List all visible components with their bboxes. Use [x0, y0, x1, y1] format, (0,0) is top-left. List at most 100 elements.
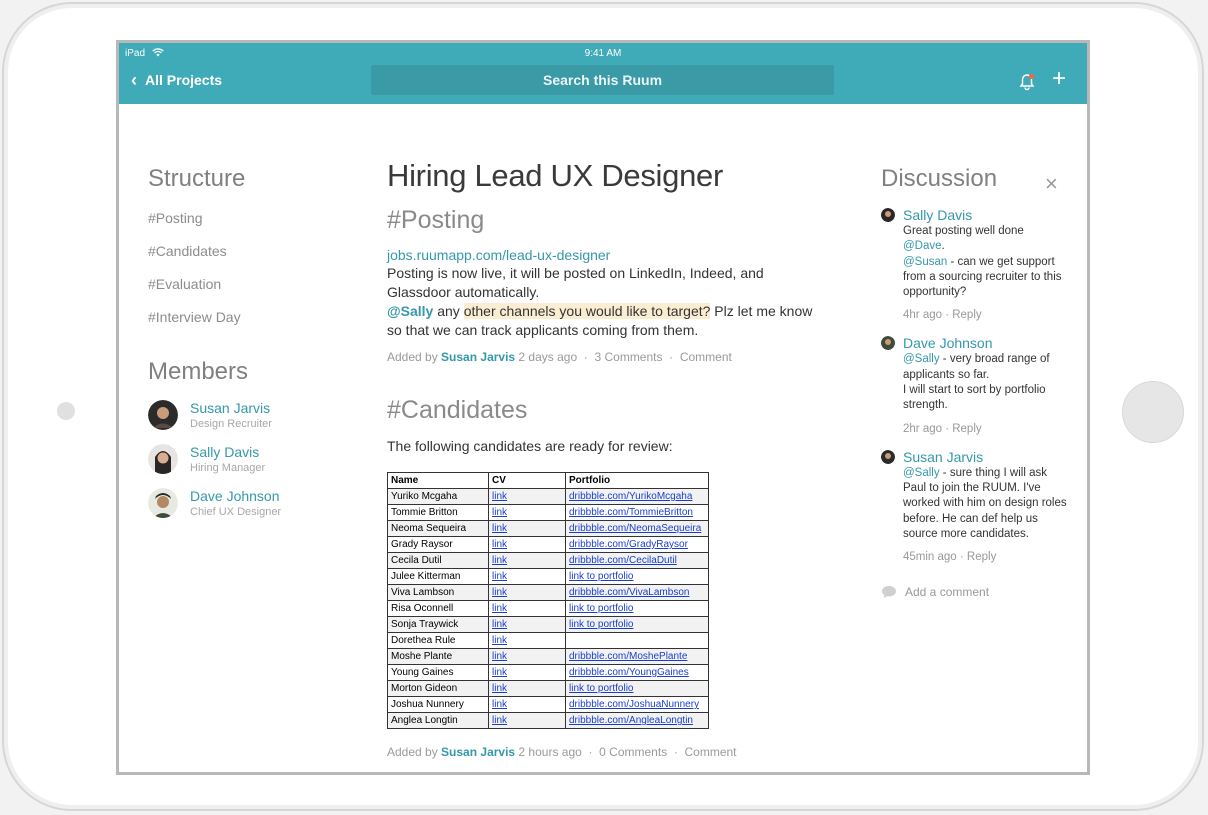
- candidate-name: Moshe Plante: [387, 648, 489, 665]
- comment-text: @Sally - sure thing I will ask Paul to j…: [903, 466, 1071, 542]
- meta-author[interactable]: Susan Jarvis: [441, 745, 515, 759]
- cv-link[interactable]: link: [492, 491, 507, 502]
- mention[interactable]: @Sally: [903, 353, 940, 365]
- cv-link[interactable]: link: [492, 571, 507, 582]
- portfolio-cell: dribbble.com/YoungGaines: [565, 664, 709, 681]
- mention[interactable]: @Sally: [903, 467, 940, 479]
- portfolio-link[interactable]: link to portfolio: [569, 571, 633, 582]
- avatar: [881, 208, 895, 222]
- discussion-panel: Discussion Sally Davis Great posting well…: [881, 165, 1071, 599]
- discussion-heading: Discussion: [881, 165, 998, 192]
- candidate-name: Young Gaines: [387, 664, 489, 681]
- structure-item-interview-day[interactable]: #Interview Day: [148, 309, 348, 325]
- table-row: Anglea Longtin link dribbble.com/AngleaLon…: [387, 712, 709, 729]
- comment-author[interactable]: Sally Davis: [903, 207, 972, 223]
- structure-item-candidates[interactable]: #Candidates: [148, 243, 348, 259]
- app-screen: iPad 9:41 AM 42% ‹ All Projects Search t…: [116, 40, 1090, 775]
- add-comment-label: Add a comment: [905, 585, 990, 600]
- main-content: Hiring Lead UX Designer #Posting jobs.ru…: [387, 158, 827, 759]
- search-input[interactable]: Search this Ruum: [371, 65, 834, 95]
- structure-heading: Structure: [148, 165, 246, 192]
- comment-author[interactable]: Susan Jarvis: [903, 449, 983, 465]
- table-row: Neoma Sequeira link dribbble.com/NeomaSequ…: [387, 520, 709, 537]
- back-button[interactable]: ‹ All Projects: [131, 71, 222, 89]
- status-time: 9:41 AM: [584, 48, 622, 59]
- portfolio-link[interactable]: dribbble.com/JoshuaNunnery: [569, 699, 699, 710]
- highlighted-text[interactable]: other channels you would like to target?: [463, 303, 711, 319]
- portfolio-link[interactable]: dribbble.com/YurikoMcgaha: [569, 491, 692, 502]
- table-row: Risa Oconnell link link to portfolio: [387, 600, 709, 617]
- candidate-name: Sonja Traywick: [387, 616, 489, 633]
- cv-link[interactable]: link: [492, 651, 507, 662]
- structure-item-evaluation[interactable]: #Evaluation: [148, 276, 348, 292]
- posting-body: Posting is now live, it will be posted o…: [387, 264, 827, 340]
- comment: Dave Johnson @Sally - very broad range of…: [881, 335, 1071, 435]
- comment-line: I will start to sort by portfolio streng…: [903, 384, 1046, 412]
- comment-meta[interactable]: 45min ago · Reply: [903, 551, 1071, 563]
- cv-link[interactable]: link: [492, 683, 507, 694]
- portfolio-link[interactable]: dribbble.com/VivaLambson: [569, 587, 689, 598]
- mention[interactable]: @Susan: [903, 256, 947, 268]
- comment-meta[interactable]: 2hr ago · Reply: [903, 423, 1071, 435]
- add-comment-button[interactable]: Add a comment: [881, 585, 1071, 599]
- portfolio-cell: dribbble.com/MoshePlante: [565, 648, 709, 665]
- cv-link[interactable]: link: [492, 555, 507, 566]
- cv-cell: link: [488, 488, 566, 505]
- meta-suffix[interactable]: 2 hours ago · 0 Comments · Comment: [515, 745, 736, 759]
- posting-link[interactable]: jobs.ruumapp.com/lead-ux-designer: [387, 247, 827, 263]
- cv-link[interactable]: link: [492, 619, 507, 630]
- cv-link[interactable]: link: [492, 667, 507, 678]
- portfolio-link[interactable]: dribbble.com/TommieBritton: [569, 507, 693, 518]
- member-role: Hiring Manager: [190, 462, 266, 474]
- member-item[interactable]: Susan Jarvis Design Recruiter: [148, 400, 348, 430]
- table-row: Moshe Plante link dribbble.com/MoshePlante: [387, 648, 709, 665]
- comment: Sally Davis Great posting well done @Dave.…: [881, 207, 1071, 321]
- top-bar: iPad 9:41 AM 42% ‹ All Projects Search t…: [119, 43, 1087, 176]
- comment-author[interactable]: Dave Johnson: [903, 335, 993, 351]
- mention-sally[interactable]: @Sally: [387, 303, 433, 319]
- cv-link[interactable]: link: [492, 523, 507, 534]
- portfolio-link[interactable]: dribbble.com/CecilaDutil: [569, 555, 677, 566]
- portfolio-link[interactable]: dribbble.com/YoungGaines: [569, 667, 689, 678]
- candidate-name: Grady Raysor: [387, 536, 489, 553]
- member-item[interactable]: Sally Davis Hiring Manager: [148, 444, 348, 474]
- members-heading: Members: [148, 358, 249, 385]
- cv-link[interactable]: link: [492, 587, 507, 598]
- portfolio-link[interactable]: dribbble.com/MoshePlante: [569, 651, 687, 662]
- meta-prefix: Added by: [387, 745, 442, 759]
- comment-list: Sally Davis Great posting well done @Dave.…: [881, 207, 1071, 563]
- avatar: [148, 400, 178, 430]
- add-button[interactable]: +: [1052, 67, 1066, 91]
- table-row: Yuriko Mcgaha link dribbble.com/YurikoMcga…: [387, 488, 709, 505]
- cv-link[interactable]: link: [492, 603, 507, 614]
- cv-link[interactable]: link: [492, 715, 507, 726]
- avatar: [881, 336, 895, 351]
- portfolio-link[interactable]: dribbble.com/AngleaLongtin: [569, 715, 693, 726]
- member-name[interactable]: Dave Johnson: [190, 488, 281, 504]
- portfolio-link[interactable]: dribbble.com/NeomaSequeira: [569, 523, 701, 534]
- meta-author[interactable]: Susan Jarvis: [441, 350, 515, 364]
- member-name[interactable]: Sally Davis: [190, 444, 265, 460]
- cv-link[interactable]: link: [492, 507, 507, 518]
- mention[interactable]: @Dave: [903, 240, 942, 252]
- portfolio-link[interactable]: link to portfolio: [569, 619, 633, 630]
- cv-link[interactable]: link: [492, 635, 507, 646]
- portfolio-link[interactable]: link to portfolio: [569, 603, 633, 614]
- candidates-meta: Added by Susan Jarvis 2 hours ago · 0 Co…: [387, 745, 827, 759]
- member-item[interactable]: Dave Johnson Chief UX Designer: [148, 488, 348, 518]
- candidates-table-body: Yuriko Mcgaha link dribbble.com/YurikoMcga…: [387, 488, 709, 729]
- portfolio-cell: dribbble.com/TommieBritton: [565, 504, 709, 521]
- home-button[interactable]: [1122, 381, 1184, 443]
- notification-bell-icon[interactable]: [1019, 73, 1035, 91]
- comment-meta[interactable]: 4hr ago · Reply: [903, 309, 1071, 321]
- portfolio-link[interactable]: link to portfolio: [569, 683, 633, 694]
- cv-link[interactable]: link: [492, 539, 507, 550]
- candidate-name: Tommie Britton: [387, 504, 489, 521]
- cv-cell: link: [488, 648, 566, 665]
- member-name[interactable]: Susan Jarvis: [190, 400, 272, 416]
- portfolio-link[interactable]: dribbble.com/GradyRaysor: [569, 539, 688, 550]
- cv-link[interactable]: link: [492, 699, 507, 710]
- meta-suffix[interactable]: 2 days ago · 3 Comments · Comment: [515, 350, 731, 364]
- structure-item-posting[interactable]: #Posting: [148, 210, 348, 226]
- comment-text: @Sally - very broad range of applicants …: [903, 352, 1071, 413]
